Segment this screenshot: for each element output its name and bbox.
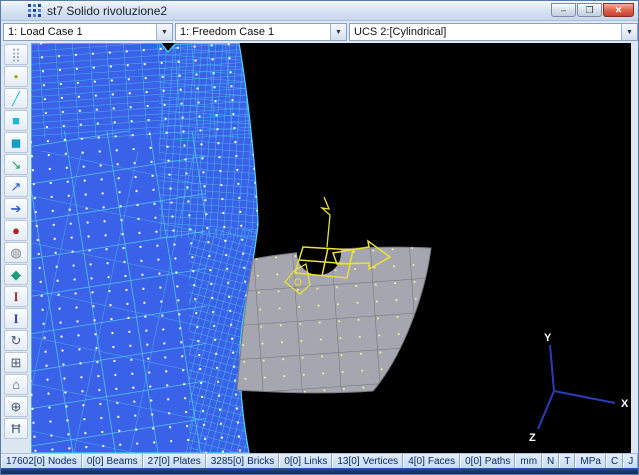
status-bar: 17602[0]Nodes0[0]Beams27[0]Plates3285[0]… (1, 453, 639, 468)
frame-tool-button[interactable]: Ħ (4, 418, 28, 439)
ucs-combo[interactable]: UCS 2:[Cylindrical] ▼ (349, 23, 638, 41)
chevron-down-icon[interactable]: ▼ (330, 24, 346, 40)
plate-tool-button[interactable]: ■ (4, 110, 28, 131)
window-frame-right (631, 43, 638, 453)
cylinder-icon: ◍ (10, 246, 21, 259)
rotate-tool-button[interactable]: ↻ (4, 330, 28, 351)
brick-mesh-solid (31, 43, 263, 453)
chevron-down-icon[interactable]: ▼ (621, 24, 637, 40)
app-icon (28, 4, 41, 17)
maximize-button[interactable]: ❐ (577, 3, 602, 17)
frame-tool-icon: Ħ (11, 422, 20, 435)
model-canvas: Y X Z (31, 43, 633, 453)
model-viewport[interactable]: Y X Z (31, 43, 633, 453)
axis-label-z: Z (529, 432, 536, 444)
grid-panel-button[interactable]: ⊞ (4, 352, 28, 373)
face-arrow-icon: ➔ (11, 202, 22, 215)
entity-count-paths: 0[0]Paths (460, 454, 515, 468)
brick-tool-button[interactable]: ◼ (4, 132, 28, 153)
snap-grid-icon: ⣿ (11, 48, 21, 61)
beam-tool-icon: ╱ (12, 92, 20, 105)
hide-face-icon: ⌂ (12, 378, 20, 391)
axis-label-x: X (621, 398, 629, 410)
vertex-tool-icon: ↗ (11, 180, 22, 193)
hide-face-button[interactable]: ⌂ (4, 374, 28, 395)
entity-count-bricks: 3285[0]Bricks (206, 454, 280, 468)
link-tool-icon: ↘ (11, 158, 22, 171)
unit-t: T (559, 454, 575, 468)
freedom-case-combo[interactable]: 1: Freedom Case 1 ▼ (175, 23, 347, 41)
minimize-button[interactable]: – (551, 3, 576, 17)
plate-property-button[interactable]: I (4, 308, 28, 329)
plate-tool-icon: ■ (12, 114, 20, 127)
unit-mpa: MPa (575, 454, 606, 468)
sphere-wire-button[interactable]: ⊕ (4, 396, 28, 417)
sphere-wire-icon: ⊕ (11, 400, 22, 413)
beam-property-button[interactable]: I (4, 286, 28, 307)
application-window: st7 Solido rivoluzione2 – ❐ ✕ 1: Load Ca… (0, 0, 639, 475)
brick-tool-icon: ◼ (11, 136, 22, 149)
unit-n: N (542, 454, 559, 468)
node-tool-button[interactable]: • (4, 66, 28, 87)
unit-c: C (606, 454, 623, 468)
axis-label-y: Y (544, 332, 552, 344)
entity-count-plates: 27[0]Plates (143, 454, 206, 468)
chevron-down-icon[interactable]: ▼ (156, 24, 172, 40)
link-tool-button[interactable]: ↘ (4, 154, 28, 175)
cylinder-button[interactable]: ◍ (4, 242, 28, 263)
entity-count-vertices: 13[0]Vertices (332, 454, 403, 468)
grid-panel-icon: ⊞ (11, 356, 22, 369)
load-case-combo[interactable]: 1: Load Case 1 ▼ (3, 23, 173, 41)
axis-triad: Y X Z (529, 332, 629, 444)
face-arrow-button[interactable]: ➔ (4, 198, 28, 219)
node-tool-icon: • (14, 70, 19, 83)
beam-tool-button[interactable]: ╱ (4, 88, 28, 109)
point-load-icon: ● (12, 224, 20, 237)
rotate-tool-icon: ↻ (11, 334, 22, 347)
title-bar[interactable]: st7 Solido rivoluzione2 – ❐ ✕ (1, 1, 639, 21)
entity-count-faces: 4[0]Faces (403, 454, 460, 468)
face-plate-button[interactable]: ◆ (4, 264, 28, 285)
snap-grid-button[interactable]: ⣿ (4, 44, 28, 65)
entity-toolbar: ⣿ • ╱ ■ ◼ ↘ ↗ ➔ ● ◍ ◆ II ↻ ⊞ ⌂ ⊕ Ħ (1, 43, 31, 453)
face-plate-icon: ◆ (11, 268, 21, 281)
plate-property-icon: I (13, 312, 18, 325)
close-button[interactable]: ✕ (603, 3, 634, 17)
entity-count-nodes: 17602[0]Nodes (1, 454, 82, 468)
unit-mm: mm (515, 454, 542, 468)
unit-j: J (623, 454, 638, 468)
entity-count-beams: 0[0]Beams (82, 454, 143, 468)
window-frame-bottom (1, 468, 639, 475)
beam-property-icon: I (13, 290, 18, 303)
window-title: st7 Solido rivoluzione2 (47, 4, 167, 18)
vertex-tool-button[interactable]: ↗ (4, 176, 28, 197)
point-load-button[interactable]: ● (4, 220, 28, 241)
case-toolbar: 1: Load Case 1 ▼ 1: Freedom Case 1 ▼ UCS… (1, 21, 639, 43)
entity-count-links: 0[0]Links (279, 454, 332, 468)
